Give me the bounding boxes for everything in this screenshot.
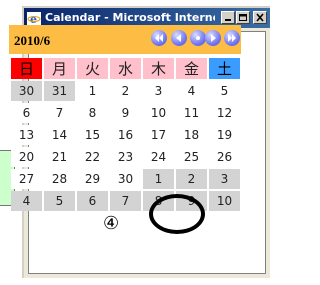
today-icon (196, 36, 200, 40)
weekday-sat: 土 (209, 58, 240, 79)
day-cell[interactable]: 15 (77, 125, 108, 145)
day-cell[interactable]: 2 (110, 81, 141, 101)
prev-year-button[interactable] (151, 30, 167, 46)
day-cell[interactable]: 29 (77, 169, 108, 189)
day-cell[interactable]: 3 (209, 169, 240, 189)
day-cell[interactable]: 22 (77, 147, 108, 167)
week-row: 30 31 1 2 3 4 5 (11, 81, 240, 101)
next-month-icon (211, 34, 216, 42)
day-cell[interactable]: 6 (77, 191, 108, 211)
day-cell[interactable]: 6 (11, 103, 42, 123)
week-row: 4 5 6 7 8 9 10 (11, 191, 240, 211)
weekday-thu: 木 (143, 58, 174, 79)
weekday-mon: 月 (44, 58, 75, 79)
day-cell[interactable]: 30 (11, 81, 42, 101)
day-cell-highlighted[interactable]: 24 (143, 147, 174, 167)
ie-app-icon: e (27, 11, 41, 26)
week-row: 13 14 15 16 17 18 19 (11, 125, 240, 145)
day-cell[interactable]: 7 (110, 191, 141, 211)
week-row: 27 28 29 30 1 2 3 (11, 169, 240, 189)
minimize-icon (225, 19, 231, 21)
maximize-button[interactable] (236, 11, 250, 24)
close-button[interactable] (253, 11, 267, 24)
day-cell[interactable]: 9 (110, 103, 141, 123)
next-year-icon (228, 34, 236, 42)
day-cell[interactable]: 8 (77, 103, 108, 123)
day-cell[interactable]: 20 (11, 147, 42, 167)
day-cell[interactable]: 30 (110, 169, 141, 189)
day-cell[interactable]: 11 (176, 103, 207, 123)
next-month-button[interactable] (205, 30, 221, 46)
day-cell[interactable]: 1 (143, 169, 174, 189)
day-cell[interactable]: 25 (176, 147, 207, 167)
next-year-button[interactable] (224, 30, 240, 46)
day-cell[interactable]: 4 (176, 81, 207, 101)
week-row: 6 7 8 9 10 11 12 (11, 103, 240, 123)
weekday-sun: 日 (11, 58, 42, 79)
window-title: Calendar - Microsoft Internet... (45, 11, 215, 24)
prev-month-icon (176, 34, 181, 42)
weekday-tue: 火 (77, 58, 108, 79)
day-cell[interactable]: 12 (209, 103, 240, 123)
weekday-wed: 水 (110, 58, 141, 79)
calendar-grid: 日 月 火 水 木 金 土 30 31 1 2 3 4 5 6 7 8 9 10… (9, 56, 242, 213)
day-cell[interactable]: 10 (209, 191, 240, 211)
close-icon (256, 13, 264, 22)
day-cell[interactable]: 7 (44, 103, 75, 123)
day-cell[interactable]: 1 (77, 81, 108, 101)
day-cell[interactable]: 27 (11, 169, 42, 189)
day-cell[interactable]: 17 (143, 125, 174, 145)
day-cell[interactable]: 26 (209, 147, 240, 167)
day-cell[interactable]: 18 (176, 125, 207, 145)
day-cell[interactable]: 2 (176, 169, 207, 189)
day-cell[interactable]: 5 (209, 81, 240, 101)
day-cell[interactable]: 23 (110, 147, 141, 167)
day-cell[interactable]: 16 (110, 125, 141, 145)
day-cell[interactable]: 28 (44, 169, 75, 189)
minimize-button[interactable] (221, 11, 235, 24)
day-cell[interactable]: 14 (44, 125, 75, 145)
month-label: 2010/6 (14, 33, 51, 48)
weekday-header-row: 日 月 火 水 木 金 土 (11, 58, 240, 79)
day-cell[interactable]: 4 (11, 191, 42, 211)
weekday-fri: 金 (176, 58, 207, 79)
week-row: 20 21 22 23 24 25 26 (11, 147, 240, 167)
day-cell[interactable]: 3 (143, 81, 174, 101)
calendar-header-bar: 2010/6 (9, 25, 241, 54)
step-number-marker: ④ (103, 213, 120, 234)
day-cell[interactable]: 21 (44, 147, 75, 167)
today-button[interactable] (190, 30, 206, 46)
day-cell[interactable]: 31 (44, 81, 75, 101)
day-cell[interactable]: 10 (143, 103, 174, 123)
day-cell[interactable]: 5 (44, 191, 75, 211)
highlight-circle (149, 194, 205, 234)
day-cell[interactable]: 19 (209, 125, 240, 145)
maximize-icon (239, 14, 247, 21)
day-cell[interactable]: 13 (11, 125, 42, 145)
prev-year-icon (155, 34, 163, 42)
prev-month-button[interactable] (171, 30, 187, 46)
